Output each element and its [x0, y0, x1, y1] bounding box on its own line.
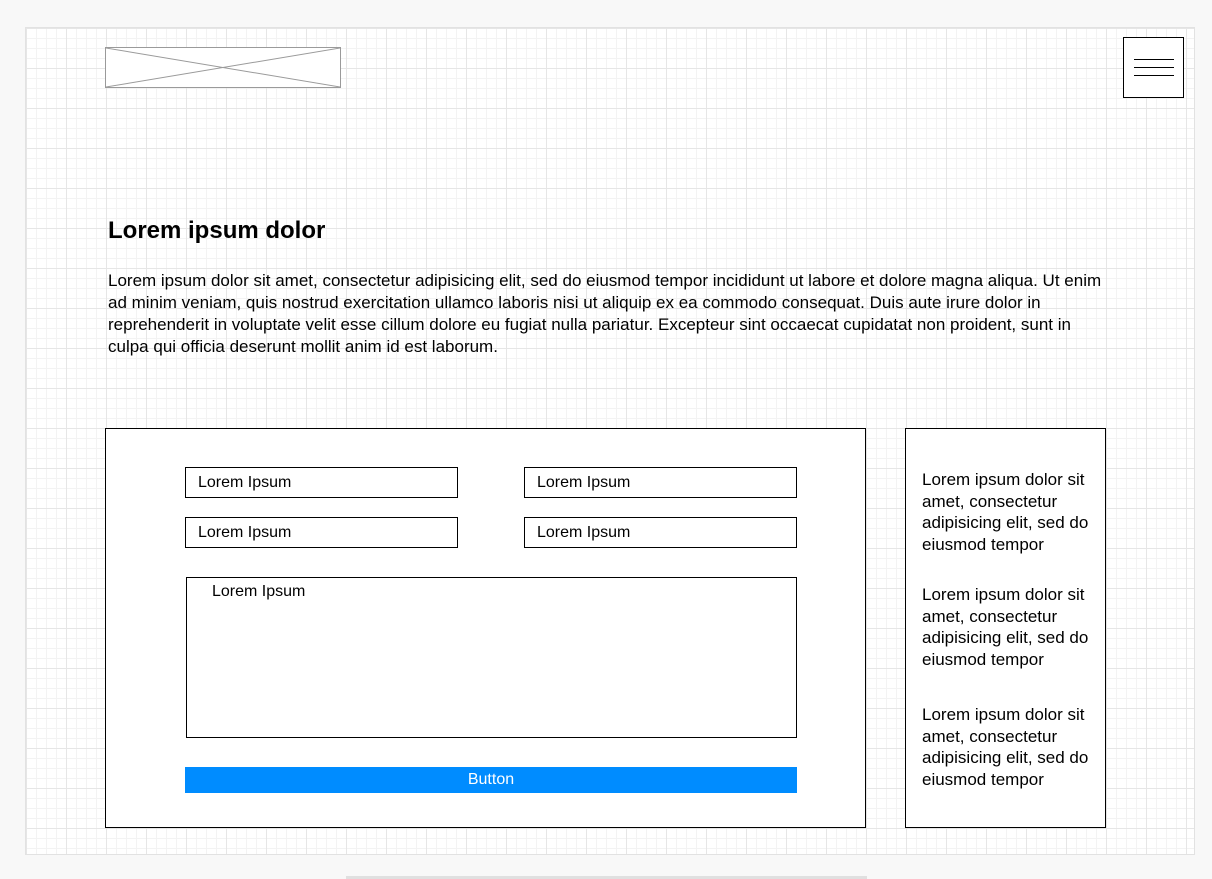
form-field-2[interactable]	[524, 467, 797, 498]
form-field-4[interactable]	[524, 517, 797, 548]
hamburger-menu-icon-bar	[1134, 67, 1174, 68]
form-field-1[interactable]	[185, 467, 458, 498]
intro-paragraph: Lorem ipsum dolor sit amet, consectetur …	[108, 271, 1102, 356]
sidebar-text-block: Lorem ipsum dolor sit amet, consectetur …	[922, 470, 1089, 554]
hamburger-menu-icon-bar	[1134, 75, 1174, 76]
page-heading: Lorem ipsum dolor	[108, 217, 326, 244]
hamburger-menu-icon-bar	[1134, 59, 1174, 60]
submit-button[interactable]: Button	[185, 767, 797, 793]
message-textarea[interactable]	[186, 577, 797, 738]
hamburger-menu-button[interactable]	[1123, 37, 1184, 98]
image-placeholder-icon	[106, 48, 340, 87]
sidebar-text-block: Lorem ipsum dolor sit amet, consectetur …	[922, 585, 1089, 669]
sidebar-panel: Lorem ipsum dolor sit amet, consectetur …	[905, 428, 1106, 828]
form-field-3[interactable]	[185, 517, 458, 548]
contact-form-panel: Button	[105, 428, 866, 828]
logo-image-placeholder-icon	[105, 47, 341, 88]
sidebar-text-block: Lorem ipsum dolor sit amet, consectetur …	[922, 705, 1089, 789]
